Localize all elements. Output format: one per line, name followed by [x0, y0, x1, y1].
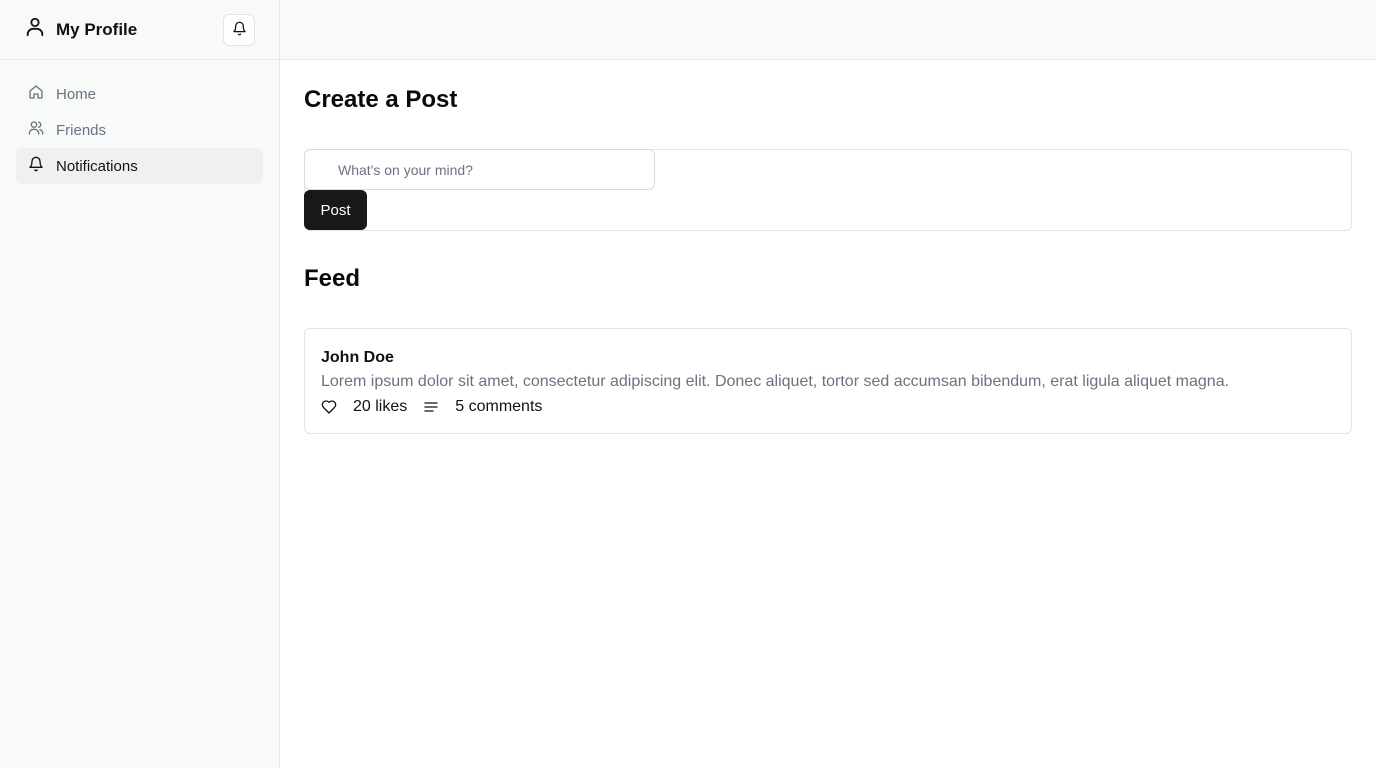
top-bar: [280, 0, 1376, 60]
main-area: Create a Post Post Feed John Doe Lorem i…: [280, 0, 1376, 768]
sidebar-item-label: Friends: [56, 121, 107, 139]
sidebar-item-notifications[interactable]: Notifications: [16, 148, 263, 184]
user-icon: [24, 16, 46, 43]
create-post-card: Post: [304, 149, 1352, 231]
bell-icon: [28, 156, 44, 176]
bell-icon: [232, 21, 247, 39]
notifications-button[interactable]: [223, 13, 255, 46]
create-post-title: Create a Post: [304, 86, 458, 113]
post-author: John Doe: [321, 349, 394, 366]
profile-title: My Profile: [56, 19, 138, 39]
post-meta: 20 likes 5 comments: [321, 395, 1335, 419]
comment-lines-icon[interactable]: [423, 399, 439, 415]
home-icon: [28, 84, 44, 104]
sidebar: My Profile Home Friends Notifications: [0, 0, 280, 768]
sidebar-nav: Home Friends Notifications: [0, 60, 279, 200]
sidebar-header: My Profile: [0, 0, 279, 60]
feed-post: John Doe Lorem ipsum dolor sit amet, con…: [304, 328, 1352, 434]
sidebar-item-label: Home: [56, 85, 97, 103]
profile-link[interactable]: My Profile: [24, 16, 137, 43]
heart-icon[interactable]: [321, 399, 337, 415]
sidebar-item-label: Notifications: [56, 157, 138, 175]
feed-title: Feed: [304, 265, 361, 292]
comments-count: 5 comments: [455, 398, 543, 415]
post-input[interactable]: [304, 149, 655, 190]
likes-count: 20 likes: [353, 398, 408, 415]
sidebar-item-home[interactable]: Home: [16, 76, 263, 112]
main-content: Create a Post Post Feed John Doe Lorem i…: [280, 60, 1376, 458]
post-text: Lorem ipsum dolor sit amet, consectetur …: [321, 373, 1230, 390]
sidebar-item-friends[interactable]: Friends: [16, 112, 263, 148]
users-icon: [28, 120, 44, 140]
post-button[interactable]: Post: [304, 190, 367, 230]
